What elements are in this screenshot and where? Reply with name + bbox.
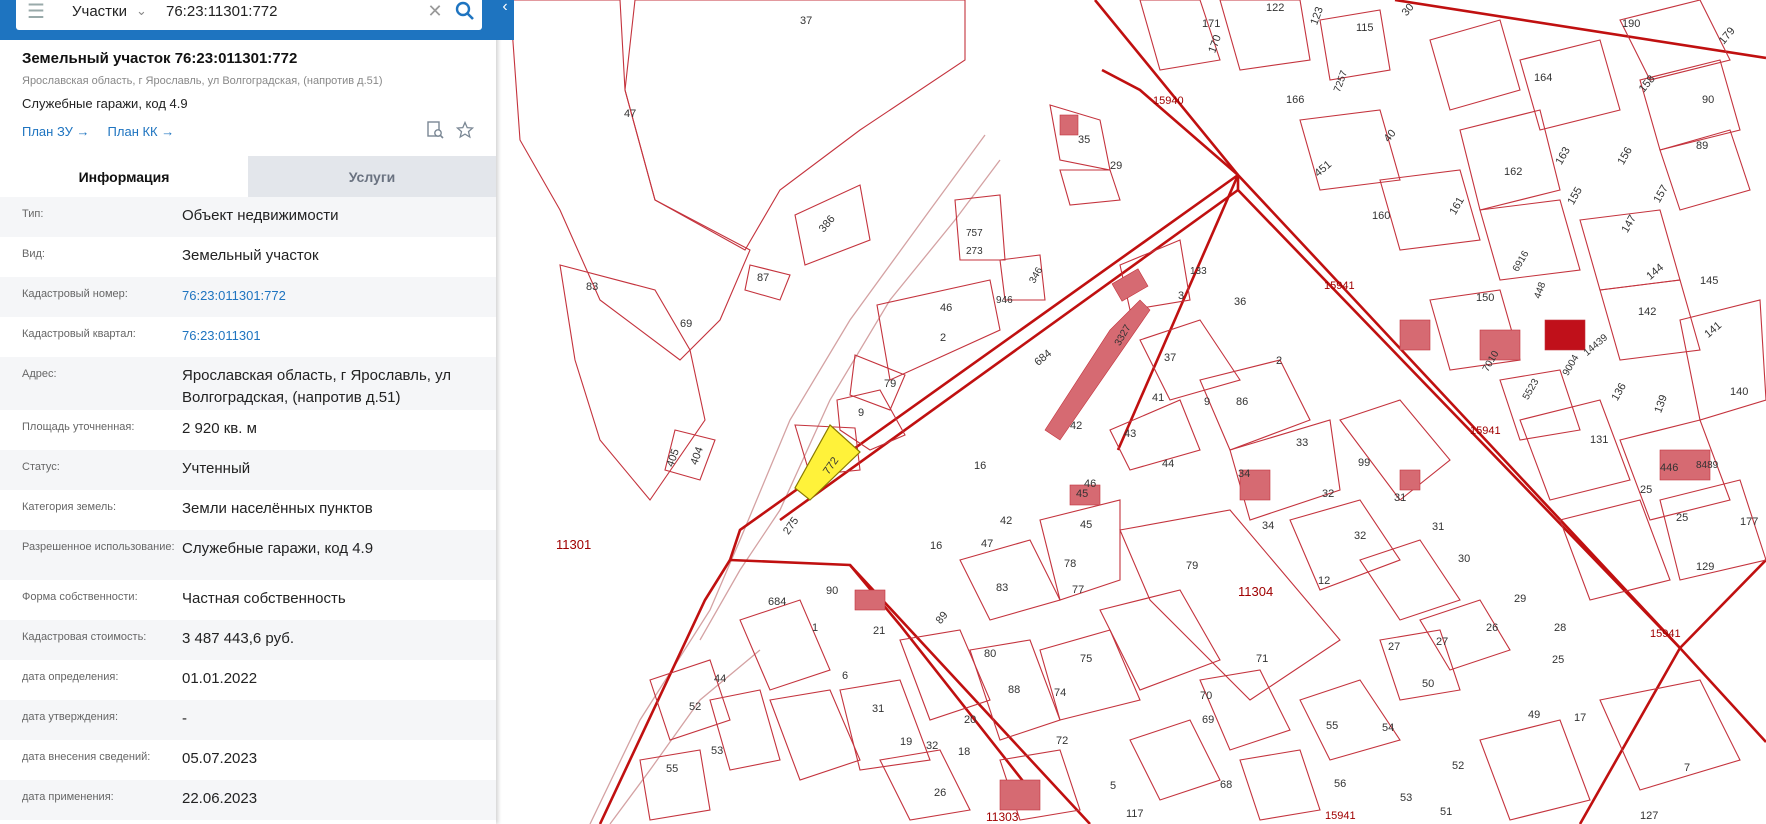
info-row-label: Кадастровый квартал:	[22, 328, 136, 340]
header-tools	[426, 120, 475, 142]
search-icon[interactable]	[448, 0, 482, 26]
plan-kk-link[interactable]: План КК →	[108, 124, 175, 139]
parcel-header: Земельный участок 76:23:011301:772 Яросл…	[0, 40, 496, 148]
info-row: Кадастровый номер: 76:23:011301:772	[0, 277, 496, 317]
search-input[interactable]	[166, 2, 422, 20]
tab-bar: Информация Услуги	[0, 156, 496, 197]
info-row: дата утверждения: -	[0, 700, 496, 740]
info-row-label: Кадастровый номер:	[22, 288, 128, 300]
info-row: Кадастровый квартал: 76:23:011301	[0, 317, 496, 357]
info-row-label: Адрес:	[22, 368, 57, 380]
info-row-label: Тип:	[22, 208, 44, 220]
tab-services[interactable]: Услуги	[248, 156, 496, 197]
plan-links: План ЗУ → План КК →	[22, 120, 475, 142]
info-row-value-link[interactable]: 76:23:011301	[182, 317, 474, 347]
info-row-label: дата применения:	[22, 791, 114, 803]
info-row: Статус: Учтенный	[0, 450, 496, 490]
info-row-value: Земли населённых пунктов	[182, 500, 373, 517]
search-box: ☰ Участки ⌄ ✕	[16, 0, 482, 30]
close-icon[interactable]: ✕	[422, 1, 448, 22]
info-row-value: Объект недвижимости	[182, 207, 339, 224]
info-row: Разрешенное использование: Служебные гара…	[0, 530, 496, 580]
info-row: Площадь уточненная: 2 920 кв. м	[0, 410, 496, 450]
parcel-address: Ярославская область, г Ярославль, ул Вол…	[22, 75, 383, 87]
info-row: Категория земель: Земли населённых пункто…	[0, 490, 496, 530]
info-row-value: Земельный участок	[182, 247, 319, 264]
info-row: дата применения: 22.06.2023	[0, 780, 496, 820]
info-row: Тип: Объект недвижимости	[0, 197, 496, 237]
info-row: Кадастровая стоимость: 3 487 443,6 руб.	[0, 620, 496, 660]
search-bar-container: ☰ Участки ⌄ ✕	[0, 0, 496, 40]
info-row: Форма собственности: Частная собственност…	[0, 580, 496, 620]
parcel-title: Земельный участок 76:23:011301:772	[22, 50, 298, 67]
menu-icon[interactable]: ☰	[16, 0, 56, 24]
info-row-value: 05.07.2023	[182, 750, 258, 767]
info-row-label: Кадастровая стоимость:	[22, 631, 147, 643]
star-icon[interactable]	[455, 120, 475, 142]
search-type-select[interactable]: Участки	[56, 3, 136, 20]
info-row-label: дата внесения сведений:	[22, 751, 151, 763]
info-row-label: Площадь уточненная:	[22, 421, 135, 433]
chevron-down-icon[interactable]: ⌄	[136, 3, 166, 19]
info-panel: ☰ Участки ⌄ ✕ Земельный участок 76:23:01…	[0, 0, 496, 824]
info-row-value: 3 487 443,6 руб.	[182, 630, 295, 647]
info-row-value: Служебные гаражи, код 4.9	[182, 540, 374, 557]
plan-zu-link[interactable]: План ЗУ →	[22, 124, 90, 139]
info-row-value: 2 920 кв. м	[182, 420, 257, 437]
info-row-value-link[interactable]: 76:23:011301:772	[182, 277, 474, 307]
info-row-value: Ярославская область, г Ярославль, ул Вол…	[182, 367, 452, 406]
info-row-label: Разрешенное использование:	[22, 541, 175, 553]
info-row-label: дата определения:	[22, 671, 119, 683]
info-row: дата определения: 01.01.2022	[0, 660, 496, 700]
info-row: Адрес: Ярославская область, г Ярославль, …	[0, 357, 496, 410]
document-search-icon[interactable]	[426, 121, 444, 142]
tab-information[interactable]: Информация	[0, 156, 248, 197]
info-row-value: Учтенный	[182, 460, 251, 477]
info-row: Вид: Земельный участок	[0, 237, 496, 277]
info-row-value: Частная собственность	[182, 590, 346, 607]
info-row-value: 22.06.2023	[182, 790, 258, 807]
info-row-label: Вид:	[22, 248, 45, 260]
collapse-panel-icon[interactable]: ‹	[496, 0, 514, 40]
info-table: Тип: Объект недвижимости Вид: Земельный уча…	[0, 197, 496, 820]
info-row-label: Статус:	[22, 461, 60, 473]
info-row-label: дата утверждения:	[22, 711, 119, 723]
parcel-usage: Служебные гаражи, код 4.9	[22, 96, 188, 111]
info-row-label: Категория земель:	[22, 501, 117, 513]
info-row-label: Форма собственности:	[22, 591, 138, 603]
info-row-value: -	[182, 710, 187, 727]
info-row-value: 01.01.2022	[182, 670, 258, 687]
info-row: дата внесения сведений: 05.07.2023	[0, 740, 496, 780]
